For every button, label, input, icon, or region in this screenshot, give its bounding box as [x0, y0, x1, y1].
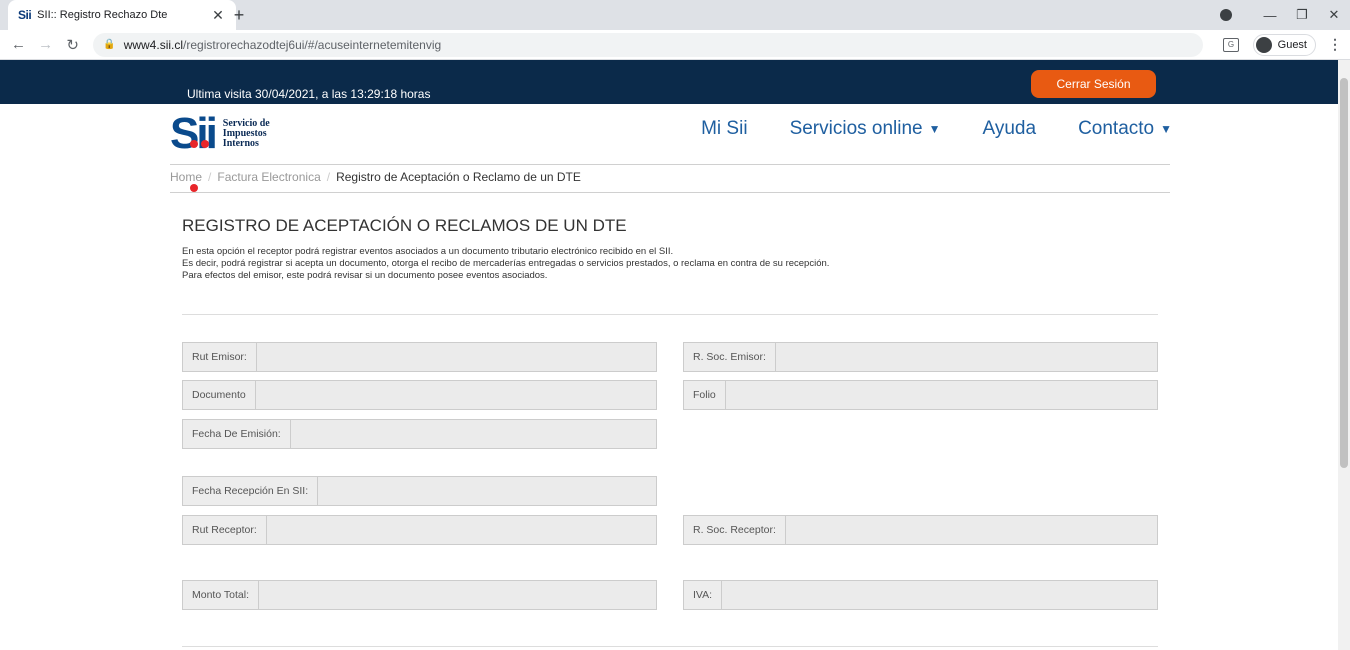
- breadcrumb-factura[interactable]: Factura Electronica: [217, 170, 320, 184]
- maximize-button[interactable]: ❐: [1286, 7, 1318, 23]
- rut-emisor-label: Rut Emisor:: [183, 343, 257, 371]
- tab-title: SII:: Registro Rechazo Dte: [37, 9, 168, 21]
- breadcrumb-separator: /: [326, 170, 331, 184]
- nav-label: Contacto: [1078, 118, 1155, 139]
- browser-tabbar: Sii SII:: Registro Rechazo Dte ✕ + — ❐ ✕: [0, 0, 1350, 30]
- reload-button[interactable]: ↻: [62, 36, 83, 54]
- nav-label: Ayuda: [982, 118, 1037, 139]
- nav-contacto[interactable]: Contacto ▼: [1078, 118, 1172, 140]
- rsoc-receptor-label: R. Soc. Receptor:: [684, 516, 786, 544]
- documento-input[interactable]: [255, 381, 656, 409]
- page-viewport: Ultima visita 30/04/2021, a las 13:29:18…: [0, 60, 1350, 650]
- documento-label: Documento: [183, 381, 256, 409]
- fecha-recepcion-input[interactable]: [318, 477, 656, 505]
- folio-field: Folio: [683, 380, 1158, 410]
- url-host: www4.sii.cl: [123, 37, 184, 52]
- site-header: Sii Servicio de Impuestos Internos Mi Si…: [0, 104, 1350, 192]
- logo-line-3: Internos: [222, 138, 259, 149]
- breadcrumb-current: Registro de Aceptación o Reclamo de un D…: [336, 170, 581, 184]
- minimize-button[interactable]: —: [1254, 8, 1286, 23]
- nav-mi-sii[interactable]: Mi Sii: [701, 118, 747, 140]
- page-scrollbar[interactable]: [1338, 60, 1350, 650]
- folio-label: Folio: [684, 381, 726, 409]
- back-button[interactable]: ←: [8, 36, 29, 53]
- page-title: REGISTRO DE ACEPTACIÓN O RECLAMOS DE UN …: [182, 216, 627, 235]
- scrollbar-thumb[interactable]: [1340, 78, 1348, 468]
- main-nav: Mi Sii Servicios online ▼ Ayuda Contacto ▼: [659, 118, 1172, 140]
- new-tab-button[interactable]: +: [228, 4, 250, 26]
- media-control-icon[interactable]: [1220, 9, 1232, 21]
- rut-receptor-field: Rut Receptor:: [182, 515, 657, 545]
- sii-logo[interactable]: Sii Servicio de Impuestos Internos: [170, 112, 270, 192]
- address-bar[interactable]: 🔒 www4.sii.cl/registrorechazodtej6ui/#/a…: [93, 32, 1204, 57]
- forward-button[interactable]: →: [35, 36, 56, 53]
- avatar-icon: [1255, 36, 1272, 53]
- breadcrumb: Home / Factura Electronica / Registro de Ace…: [170, 170, 581, 184]
- url-path: /registrorechazodtej6ui/#/acuseinternete…: [183, 37, 442, 52]
- rut-receptor-input[interactable]: [266, 516, 656, 544]
- rsoc-receptor-field: R. Soc. Receptor:: [683, 515, 1158, 545]
- rut-receptor-label: Rut Receptor:: [183, 516, 267, 544]
- description-line-3: Para efectos del emisor, este podrá revi…: [182, 270, 548, 281]
- breadcrumb-home[interactable]: Home: [170, 170, 202, 184]
- menu-kebab-icon[interactable]: ⋮: [1328, 36, 1342, 53]
- close-window-button[interactable]: ✕: [1318, 7, 1350, 23]
- iva-label: IVA:: [684, 581, 723, 609]
- browser-tab[interactable]: Sii SII:: Registro Rechazo Dte ✕: [8, 0, 236, 30]
- logout-button[interactable]: Cerrar Sesión: [1031, 70, 1156, 98]
- header-divider: [170, 164, 1170, 165]
- logo-dots-icon: [190, 112, 215, 200]
- nav-ayuda[interactable]: Ayuda: [983, 118, 1037, 140]
- caret-down-icon: ▼: [1160, 122, 1172, 136]
- nav-label: Servicios online: [789, 118, 923, 139]
- description-line-1: En esta opción el receptor podrá registr…: [182, 246, 674, 257]
- page-description: En esta opción el receptor podrá registr…: [182, 246, 829, 282]
- rut-emisor-field: Rut Emisor:: [182, 342, 657, 372]
- description-line-2: Es decir, podrá registrar si acepta un d…: [182, 258, 830, 269]
- breadcrumb-divider: [170, 192, 1170, 193]
- url-text: www4.sii.cl/registrorechazodtej6ui/#/acu…: [124, 38, 442, 52]
- profile-label: Guest: [1277, 38, 1307, 51]
- bottom-divider: [182, 646, 1158, 647]
- sii-logo-mark: Sii: [170, 112, 218, 192]
- iva-field: IVA:: [683, 580, 1158, 610]
- lock-icon[interactable]: 🔒: [103, 39, 115, 50]
- section-divider: [182, 314, 1158, 315]
- sii-favicon-icon: Sii: [18, 8, 32, 22]
- rut-emisor-input[interactable]: [256, 343, 656, 371]
- breadcrumb-separator: /: [208, 170, 212, 184]
- last-visit-text: Ultima visita 30/04/2021, a las 13:29:18…: [187, 87, 431, 101]
- monto-total-input[interactable]: [259, 581, 656, 609]
- nav-label: Mi Sii: [701, 118, 748, 139]
- fecha-recepcion-field: Fecha Recepción En SII:: [182, 476, 657, 506]
- browser-toolbar: ← → ↻ 🔒 www4.sii.cl/registrorechazodtej6…: [0, 30, 1350, 60]
- caret-down-icon: ▼: [928, 122, 941, 136]
- translate-icon[interactable]: G: [1223, 37, 1239, 52]
- fecha-recepcion-label: Fecha Recepción En SII:: [183, 477, 319, 505]
- profile-button[interactable]: Guest: [1252, 33, 1316, 56]
- monto-total-label: Monto Total:: [183, 581, 260, 609]
- fecha-emision-input[interactable]: [290, 420, 656, 448]
- fecha-emision-field: Fecha De Emisión:: [182, 419, 657, 449]
- window-controls: — ❐ ✕: [1220, 0, 1350, 30]
- monto-total-field: Monto Total:: [182, 580, 657, 610]
- fecha-emision-label: Fecha De Emisión:: [183, 420, 291, 448]
- documento-field: Documento: [182, 380, 657, 410]
- iva-input[interactable]: [722, 581, 1157, 609]
- rsoc-receptor-input[interactable]: [785, 516, 1157, 544]
- tab-close-icon[interactable]: ✕: [210, 7, 226, 24]
- rsoc-emisor-field: R. Soc. Emisor:: [683, 342, 1158, 372]
- top-bar: Ultima visita 30/04/2021, a las 13:29:18…: [0, 60, 1350, 104]
- rsoc-emisor-label: R. Soc. Emisor:: [684, 343, 776, 371]
- logo-text: Servicio de Impuestos Internos: [223, 119, 270, 149]
- rsoc-emisor-input[interactable]: [775, 343, 1157, 371]
- folio-input[interactable]: [725, 381, 1157, 409]
- nav-servicios-online[interactable]: Servicios online ▼: [790, 118, 941, 140]
